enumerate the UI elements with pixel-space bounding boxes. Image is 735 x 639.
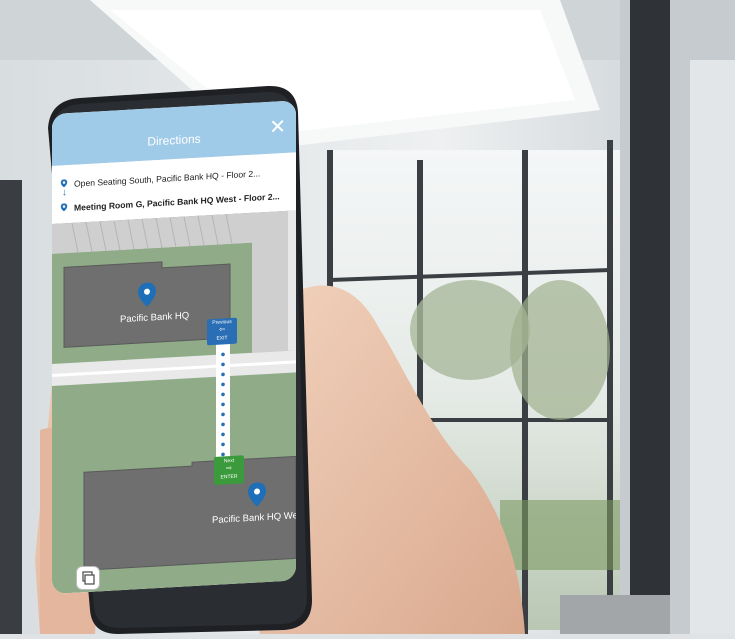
route-destination[interactable]: Meeting Room G, Pacific Bank HQ West - F… — [74, 191, 290, 212]
phone-screen: Directions ✕ ↓ Open Seating South, Pacif… — [52, 100, 296, 595]
map-canvas — [52, 210, 296, 571]
exit-tag-label: EXIT — [216, 335, 228, 342]
destination-pin-icon — [60, 203, 68, 212]
route-arrow-icon: ↓ — [62, 187, 67, 199]
layers-icon — [82, 571, 95, 585]
header-title: Directions — [147, 131, 201, 149]
exit-tag[interactable]: Previous ⇦ EXIT — [207, 318, 237, 344]
enter-tag-label: ENTER — [220, 473, 238, 481]
layers-button[interactable] — [76, 566, 100, 590]
close-icon[interactable]: ✕ — [269, 116, 286, 139]
enter-tag[interactable]: Next ⇨ ENTER — [214, 456, 244, 482]
route-origin[interactable]: Open Seating South, Pacific Bank HQ - Fl… — [74, 167, 290, 188]
indoor-map[interactable]: Pacific Bank HQ Pacific Bank HQ West Pre… — [52, 210, 296, 594]
